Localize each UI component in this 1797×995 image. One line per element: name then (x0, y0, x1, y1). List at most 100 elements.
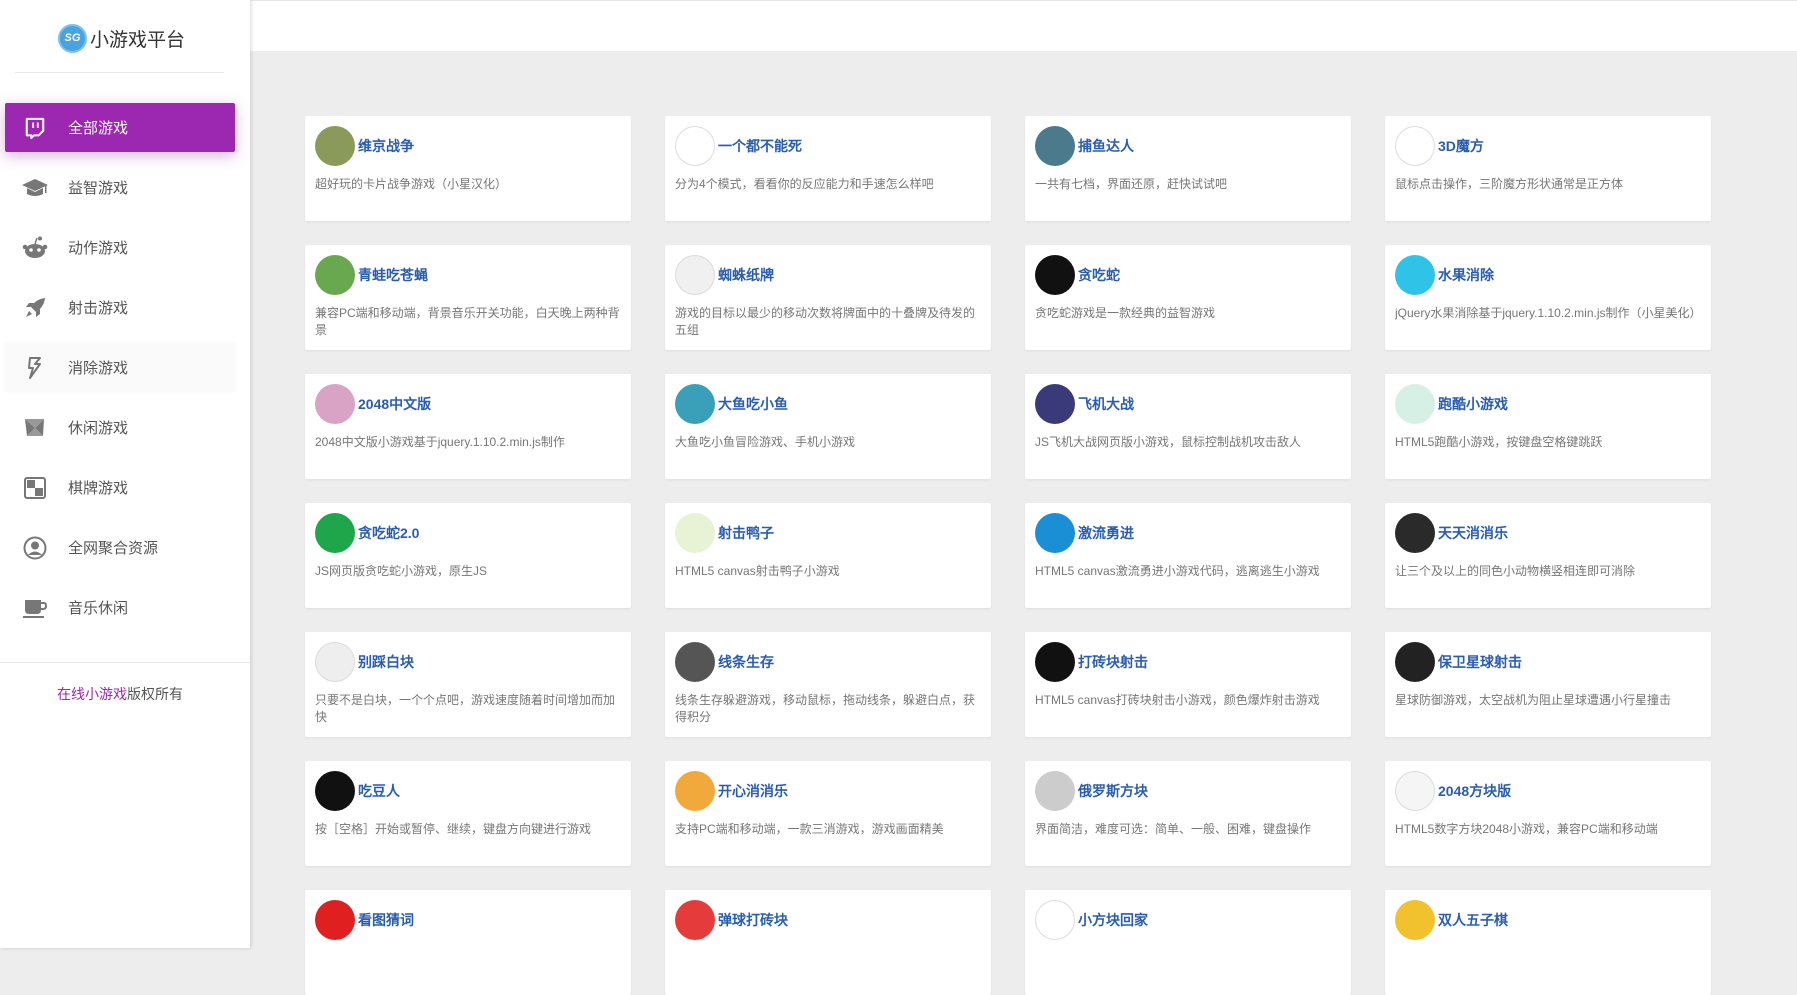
game-card[interactable]: 飞机大战 JS飞机大战网页版小游戏，鼠标控制战机攻击敌人 (1025, 374, 1351, 479)
game-card[interactable]: 维京战争 超好玩的卡片战争游戏（小星汉化） (305, 116, 631, 221)
brand-logo[interactable]: SG 小游戏平台 (58, 20, 185, 56)
game-card[interactable]: 保卫星球射击星球防御游戏，太空战机为阻止星球遭遇小行星撞击 (1385, 632, 1711, 737)
game-title[interactable]: 一个都不能死 (718, 136, 802, 156)
nav-item-action-games[interactable]: 动作游戏 (5, 223, 235, 272)
game-card[interactable]: 俄罗斯方块 界面简洁，难度可选：简单、一般、困难，键盘操作 (1025, 761, 1351, 866)
nav-item-music-leisure[interactable]: 音乐休闲 (5, 583, 235, 632)
game-title[interactable]: 2048中文版 (358, 394, 431, 414)
game-card[interactable]: 吃豆人按［空格］开始或暂停、继续，键盘方向键进行游戏 (305, 761, 631, 866)
nav-item-casual-games[interactable]: 休闲游戏 (5, 403, 235, 452)
game-card-header: 吃豆人 (315, 771, 621, 811)
game-description: 让三个及以上的同色小动物横竖相连即可消除 (1395, 564, 1636, 578)
game-title[interactable]: 别踩白块 (358, 652, 414, 672)
game-title[interactable]: 吃豆人 (358, 781, 400, 801)
game-card[interactable]: 激流勇进 HTML5 canvas激流勇进小游戏代码，逃离逃生小游戏 (1025, 503, 1351, 608)
game-card-header: 小方块回家 (1035, 900, 1341, 940)
game-description: 按［空格］开始或暂停、继续，键盘方向键进行游戏 (315, 822, 592, 836)
game-title[interactable]: 跑酷小游戏 (1438, 394, 1508, 414)
game-description: 2048中文版小游戏基于jquery.1.10.2.min.js制作 (315, 435, 565, 449)
game-title[interactable]: 维京战争 (358, 136, 414, 156)
game-title[interactable]: 贪吃蛇 (1078, 265, 1120, 285)
game-card[interactable]: 蜘蛛纸牌游戏的目标以最少的移动次数将牌面中的十叠牌及待发的五组 (665, 245, 991, 350)
nav-item-board-games[interactable]: 棋牌游戏 (5, 463, 235, 512)
game-card[interactable]: 捕鱼达人 一共有七档，界面还原，赶快试试吧 (1025, 116, 1351, 221)
tetris-icon (1035, 771, 1075, 811)
game-card-header: 别踩白块 (315, 642, 621, 682)
breakout-ball-icon (675, 900, 715, 940)
pacman-icon (315, 771, 355, 811)
game-card[interactable]: 看图猜词 (305, 890, 631, 995)
game-card[interactable]: 贪吃蛇 贪吃蛇游戏是一款经典的益智游戏 (1025, 245, 1351, 350)
game-card[interactable]: 小方块回家 (1025, 890, 1351, 995)
game-card[interactable]: 一个都不能死 分为4个模式，看看你的反应能力和手速怎么样吧 (665, 116, 991, 221)
game-title[interactable]: 双人五子棋 (1438, 910, 1508, 930)
game-card-header: 双人五子棋 (1395, 900, 1701, 940)
rubiks-cube-icon (1395, 126, 1435, 166)
game-title[interactable]: 小方块回家 (1078, 910, 1148, 930)
game-title[interactable]: 激流勇进 (1078, 523, 1134, 543)
game-title[interactable]: 3D魔方 (1438, 136, 1484, 156)
game-title[interactable]: 弹球打砖块 (718, 910, 788, 930)
game-card-header: 激流勇进 (1035, 513, 1341, 553)
2048-icon (315, 384, 355, 424)
game-card[interactable]: 线条生存 线条生存躲避游戏，移动鼠标，拖动线条，躲避白点，获得积分 (665, 632, 991, 737)
game-title[interactable]: 捕鱼达人 (1078, 136, 1134, 156)
game-card[interactable]: 别踩白块 只要不是白块，一个个点吧，游戏速度随着时间增加而加快 (305, 632, 631, 737)
game-card-header: 看图猜词 (315, 900, 621, 940)
game-title[interactable]: 水果消除 (1438, 265, 1494, 285)
nav-item-aggregated-resources[interactable]: 全网聚合资源 (5, 523, 235, 572)
game-card[interactable]: 弹球打砖块 (665, 890, 991, 995)
game-card[interactable]: 大鱼吃小鱼 大鱼吃小鱼冒险游戏、手机小游戏 (665, 374, 991, 479)
game-card[interactable]: 青蛙吃苍蝇 兼容PC端和移动端，背景音乐开关功能，白天晚上两种背景 (305, 245, 631, 350)
game-title[interactable]: 打砖块射击 (1078, 652, 1148, 672)
game-card-header: 俄罗斯方块 (1035, 771, 1341, 811)
copyright: 在线小游戏版权所有 (0, 684, 240, 704)
game-card-header: 捕鱼达人 (1035, 126, 1341, 166)
nav-item-shooting-games[interactable]: 射击游戏 (5, 283, 235, 332)
game-title[interactable]: 贪吃蛇2.0 (358, 523, 419, 543)
game-title[interactable]: 俄罗斯方块 (1078, 781, 1148, 801)
checker-board-icon (20, 473, 50, 503)
game-title[interactable]: 2048方块版 (1438, 781, 1511, 801)
game-title[interactable]: 青蛙吃苍蝇 (358, 265, 428, 285)
game-title[interactable]: 保卫星球射击 (1438, 652, 1522, 672)
game-title[interactable]: 蜘蛛纸牌 (718, 265, 774, 285)
game-card-header: 水果消除 (1395, 255, 1701, 295)
game-title[interactable]: 射击鸭子 (718, 523, 774, 543)
fishing-net-icon (1035, 126, 1075, 166)
game-description: 星球防御游戏，太空战机为阻止星球遭遇小行星撞击 (1395, 693, 1672, 707)
game-card[interactable]: 开心消消乐支持PC端和移动端，一款三消游戏，游戏画面精美 (665, 761, 991, 866)
shark-icon (675, 384, 715, 424)
game-title[interactable]: 线条生存 (718, 652, 774, 672)
game-card-header: 弹球打砖块 (675, 900, 981, 940)
nav-item-match-games[interactable]: 消除游戏 (5, 343, 235, 392)
nav-label: 射击游戏 (68, 300, 129, 317)
game-card[interactable]: 跑酷小游戏 HTML5跑酷小游戏，按键盘空格键跳跃 (1385, 374, 1711, 479)
game-description: 游戏的目标以最少的移动次数将牌面中的十叠牌及待发的五组 (675, 306, 976, 337)
game-card[interactable]: 射击鸭子 HTML5 canvas射击鸭子小游戏 (665, 503, 991, 608)
site-link[interactable]: 在线小游戏 (57, 686, 127, 702)
game-card-header: 2048中文版 (315, 384, 621, 424)
game-title[interactable]: 大鱼吃小鱼 (718, 394, 788, 414)
game-title[interactable]: 看图猜词 (358, 910, 414, 930)
game-title[interactable]: 天天消消乐 (1438, 523, 1508, 543)
game-card-header: 飞机大战 (1035, 384, 1341, 424)
nav-item-puzzle-games[interactable]: 益智游戏 (5, 163, 235, 212)
game-description: HTML5数字方块2048小游戏，兼容PC端和移动端 (1395, 822, 1658, 836)
nav-item-all-games[interactable]: 全部游戏 (5, 103, 235, 152)
game-card[interactable]: 水果消除 jQuery水果消除基于jquery.1.10.2.min.js制作（小… (1385, 245, 1711, 350)
game-card[interactable]: 2048中文版 2048中文版小游戏基于jquery.1.10.2.min.js制… (305, 374, 631, 479)
game-card[interactable]: 2048方块版 HTML5数字方块2048小游戏，兼容PC端和移动端 (1385, 761, 1711, 866)
game-card[interactable]: 天天消消乐让三个及以上的同色小动物横竖相连即可消除 (1385, 503, 1711, 608)
game-card[interactable]: 贪吃蛇2.0 JS网页版贪吃蛇小游戏，原生JS (305, 503, 631, 608)
game-description: 支持PC端和移动端，一款三消游戏，游戏画面精美 (675, 822, 944, 836)
game-title[interactable]: 开心消消乐 (718, 781, 788, 801)
game-description (1035, 950, 1341, 984)
game-card[interactable]: 打砖块射击 HTML5 canvas打砖块射击小游戏，颜色爆炸射击游戏 (1025, 632, 1351, 737)
planet-icon (1395, 642, 1435, 682)
game-card[interactable]: 双人五子棋 (1385, 890, 1711, 995)
dots-survival-icon (675, 642, 715, 682)
game-title[interactable]: 飞机大战 (1078, 394, 1134, 414)
sidebar: SG 小游戏平台 全部游戏 益智游戏 动作游戏 射击游戏 消除游戏 休闲游戏 棋… (0, 0, 250, 948)
game-card[interactable]: 3D魔方 鼠标点击操作，三阶魔方形状通常是正方体 (1385, 116, 1711, 221)
